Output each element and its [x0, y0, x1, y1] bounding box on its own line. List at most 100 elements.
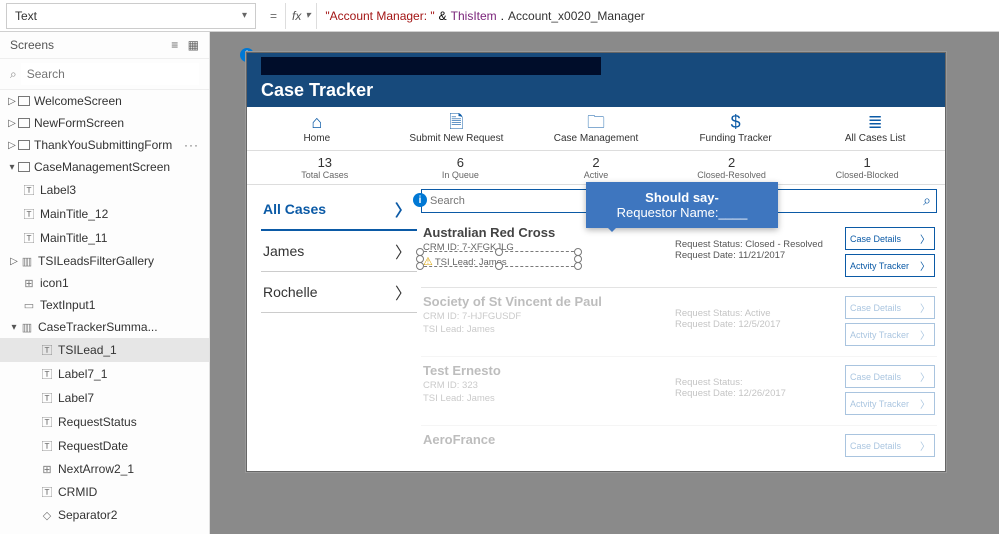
nav-allcases[interactable]: ≣All Cases List: [805, 107, 945, 150]
chevron-down-icon: ▾: [242, 10, 247, 21]
activity-tracker-button[interactable]: Actvity Tracker〉: [845, 254, 935, 277]
tree-list-icon[interactable]: ≡: [171, 38, 178, 52]
stat-number: 6: [393, 155, 529, 170]
tree-item-nextarrow[interactable]: ⊞NextArrow2_1: [0, 458, 209, 480]
activity-tracker-button[interactable]: Actvity Tracker〉: [845, 392, 935, 415]
search-icon[interactable]: ⌕: [923, 192, 931, 209]
tree-label: Separator2: [58, 508, 117, 522]
tree-item-crmid[interactable]: 🅃CRMID: [0, 480, 209, 504]
tree-list[interactable]: ▷WelcomeScreen ▷NewFormScreen ▷ThankYouS…: [0, 90, 209, 534]
tree-item-welcome[interactable]: ▷WelcomeScreen: [0, 90, 209, 112]
case-status: Request Status:: [675, 377, 845, 388]
case-crmid: CRM ID: 323: [423, 380, 675, 391]
screen-icon: [18, 96, 30, 106]
tree-label: TextInput1: [40, 298, 95, 312]
tree-search[interactable]: ⌕: [0, 59, 209, 90]
tree-item-textinput1[interactable]: ▭TextInput1: [0, 294, 209, 316]
stat-blocked[interactable]: 1Closed-Blocked: [799, 155, 935, 180]
filter-label: James: [263, 243, 304, 259]
case-date: Request Date: 12/26/2017: [675, 388, 845, 399]
filter-list: All Cases〉 James〉 Rochelle〉: [247, 185, 417, 469]
nav-home[interactable]: ⌂Home: [247, 107, 387, 150]
annotation-tooltip: Should say- Requestor Name:____: [586, 182, 778, 228]
case-details-button[interactable]: Case Details〉: [845, 434, 935, 457]
chevron-down-icon: ▾: [305, 10, 310, 21]
stat-total[interactable]: 13Total Cases: [257, 155, 393, 180]
stat-label: In Queue: [393, 170, 529, 180]
case-tsilead: TSI Lead: James: [423, 393, 675, 404]
formula-bar[interactable]: "Account Manager: " & ThisItem.Account_x…: [317, 3, 999, 29]
btn-label: Case Details: [850, 303, 901, 313]
screen-icon: [18, 140, 30, 150]
stat-resolved[interactable]: 2Closed-Resolved: [664, 155, 800, 180]
tree-label: RequestDate: [58, 439, 128, 453]
tree-label: icon1: [40, 276, 69, 290]
tree-item-casetrackersumma[interactable]: ▾▥CaseTrackerSumma...: [0, 316, 209, 338]
case-card[interactable]: Society of St Vincent de Paul CRM ID: 7-…: [421, 288, 937, 357]
formula-dot-token: .: [497, 9, 508, 23]
case-details-button[interactable]: Case Details〉: [845, 296, 935, 319]
tree-item-tsileadsfilter[interactable]: ▷▥TSILeadsFilterGallery: [0, 250, 209, 272]
tree-item-maintitle11[interactable]: 🅃MainTitle_11: [0, 226, 209, 250]
tree-item-maintitle12[interactable]: 🅃MainTitle_12: [0, 202, 209, 226]
tree-label: NewFormScreen: [34, 116, 124, 130]
case-card[interactable]: AeroFrance Case Details〉: [421, 426, 937, 467]
case-tsilead: TSI Lead: James: [423, 324, 675, 335]
tree-header: Screens ≡ ▦: [0, 32, 209, 59]
icon-icon: ⊞: [22, 277, 36, 290]
gallery-icon: ▥: [20, 255, 34, 268]
nav-submit[interactable]: 🗎Submit New Request: [387, 107, 527, 150]
tree-item-label7-1[interactable]: 🅃Label7_1: [0, 362, 209, 386]
more-icon[interactable]: ···: [184, 138, 205, 152]
property-dropdown[interactable]: Text ▾: [6, 3, 256, 29]
tree-item-tsilead1[interactable]: 🅃TSILead_1: [0, 338, 209, 362]
filter-label: Rochelle: [263, 284, 317, 300]
stat-number: 2: [528, 155, 664, 170]
btn-label: Case Details: [850, 372, 901, 382]
tree-label: MainTitle_12: [40, 207, 108, 221]
info-badge-icon[interactable]: i: [413, 193, 427, 207]
tree-item-label3[interactable]: 🅃Label3: [0, 178, 209, 202]
tree-item-label7[interactable]: 🅃Label7: [0, 386, 209, 410]
filter-james[interactable]: James〉: [261, 231, 417, 272]
tree-item-newform[interactable]: ▷NewFormScreen: [0, 112, 209, 134]
stat-active[interactable]: 2Active: [528, 155, 664, 180]
tree-item-icon1[interactable]: ⊞ icon1: [0, 272, 209, 294]
activity-tracker-button[interactable]: Actvity Tracker〉: [845, 323, 935, 346]
nav-funding[interactable]: $Funding Tracker: [666, 107, 806, 150]
case-details-button[interactable]: Case Details〉: [845, 227, 935, 250]
dollar-icon: $: [666, 113, 806, 131]
formula-field-token: Account_x0020_Manager: [508, 9, 645, 23]
case-details-button[interactable]: Case Details 〉: [845, 365, 935, 388]
tree-item-separator2[interactable]: ◇ Separator2: [0, 504, 209, 526]
tree-label: TSILeadsFilterGallery: [38, 254, 154, 268]
nav-casemgmt[interactable]: 🗀Case Management: [526, 107, 666, 150]
nav-label: Case Management: [526, 133, 666, 144]
tree-search-input[interactable]: [21, 63, 199, 85]
tree-label: CaseManagementScreen: [34, 160, 170, 174]
label-icon: 🅃: [40, 342, 54, 358]
case-card[interactable]: Test Ernesto CRM ID: 323 TSI Lead: James…: [421, 357, 937, 426]
case-card[interactable]: Australian Red Cross CRM ID: 7-XFGKJLG ⚠…: [421, 219, 937, 288]
fx-label[interactable]: fx ▾: [285, 3, 317, 29]
tree-item-requeststatus[interactable]: 🅃RequestStatus: [0, 410, 209, 434]
tree-item-requestdate[interactable]: 🅃RequestDate: [0, 434, 209, 458]
stat-label: Active: [528, 170, 664, 180]
shape-icon: ◇: [40, 509, 54, 522]
tree-item-thankyou[interactable]: ▷ThankYouSubmittingForm···: [0, 134, 209, 156]
redacted-block: [261, 57, 601, 75]
filter-rochelle[interactable]: Rochelle〉: [261, 272, 417, 313]
btn-label: Case Details: [850, 441, 901, 451]
stat-number: 2: [664, 155, 800, 170]
filter-allcases[interactable]: All Cases〉: [261, 189, 417, 231]
tree-label: Label3: [40, 183, 76, 197]
tree-item-casemgmt[interactable]: ▾CaseManagementScreen: [0, 156, 209, 178]
tree-label: WelcomeScreen: [34, 94, 122, 108]
tree-label: ThankYouSubmittingForm: [34, 138, 172, 152]
chevron-right-icon: 〉: [920, 369, 930, 384]
case-date: Request Date: 12/5/2017: [675, 319, 845, 330]
stat-queue[interactable]: 6In Queue: [393, 155, 529, 180]
stat-number: 13: [257, 155, 393, 170]
tree-grid-icon[interactable]: ▦: [188, 38, 199, 52]
formula-string-token: "Account Manager: ": [325, 9, 434, 23]
